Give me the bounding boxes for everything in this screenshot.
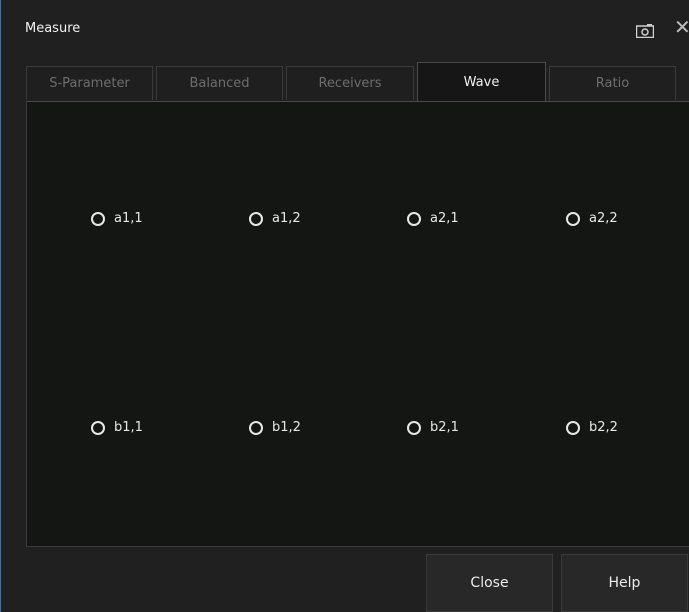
tab-balanced[interactable]: Balanced	[156, 66, 283, 100]
measure-dialog: Measure ✕ S-Parameter Balanced Receivers…	[0, 0, 689, 612]
radio-circle[interactable]	[91, 420, 105, 435]
radio-label: a2,2	[589, 211, 618, 226]
radio-label: a1,2	[272, 211, 301, 226]
close-icon[interactable]: ✕	[674, 17, 689, 37]
radio-label: a2,1	[430, 211, 459, 226]
camera-icon[interactable]	[636, 24, 654, 38]
tab-s-parameter[interactable]: S-Parameter	[26, 66, 153, 100]
close-button[interactable]: Close	[426, 554, 553, 612]
radio-circle[interactable]	[249, 420, 263, 435]
tab-bar: S-Parameter Balanced Receivers Wave Rati…	[26, 62, 689, 102]
radio-label: a1,1	[114, 211, 143, 226]
radio-b22[interactable]: b2,2	[566, 420, 618, 435]
tab-receivers[interactable]: Receivers	[286, 66, 414, 100]
wave-panel	[26, 101, 689, 547]
radio-b21[interactable]: b2,1	[407, 420, 459, 435]
radio-label: b1,2	[272, 420, 301, 435]
tab-ratio[interactable]: Ratio	[549, 66, 676, 100]
radio-a21[interactable]: a2,1	[407, 211, 459, 226]
radio-b12[interactable]: b1,2	[249, 420, 301, 435]
tab-wave[interactable]: Wave	[417, 62, 546, 102]
radio-circle[interactable]	[566, 211, 580, 226]
radio-a12[interactable]: a1,2	[249, 211, 301, 226]
radio-b11[interactable]: b1,1	[91, 420, 143, 435]
radio-circle[interactable]	[91, 211, 105, 226]
help-button[interactable]: Help	[561, 554, 688, 612]
radio-label: b2,2	[589, 420, 618, 435]
title-bar: Measure ✕	[1, 10, 689, 50]
radio-circle[interactable]	[249, 211, 263, 226]
radio-a22[interactable]: a2,2	[566, 211, 618, 226]
dialog-title: Measure	[25, 21, 81, 36]
radio-circle[interactable]	[566, 420, 580, 435]
radio-circle[interactable]	[407, 420, 421, 435]
radio-label: b1,1	[114, 420, 143, 435]
radio-label: b2,1	[430, 420, 459, 435]
radio-circle[interactable]	[407, 211, 421, 226]
radio-a11[interactable]: a1,1	[91, 211, 143, 226]
